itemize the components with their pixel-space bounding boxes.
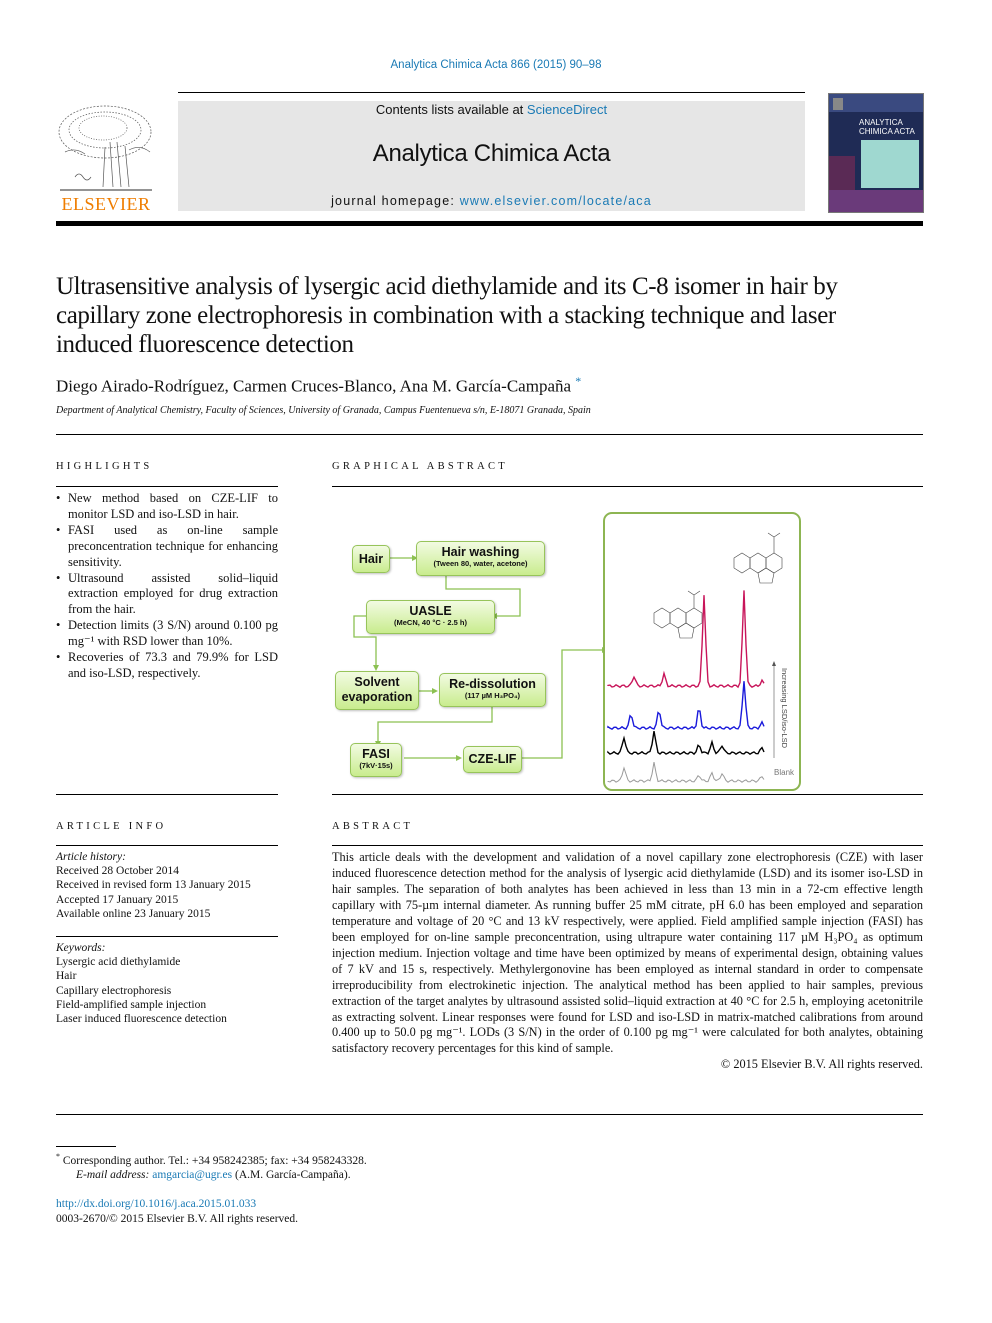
keyword-item: Hair (56, 970, 77, 983)
redissolution-sub: (117 µM H₃PO₄) (464, 691, 521, 700)
issn-copyright: 0003-2670/© 2015 Elsevier B.V. All right… (56, 1212, 299, 1225)
doi-block: http://dx.doi.org/10.1016/j.aca.2015.01.… (56, 1197, 298, 1226)
solvent-label-1: Solvent (354, 675, 400, 689)
cover-title-line2: CHIMICA ACTA (859, 127, 915, 136)
cover-title: ANALYTICA CHIMICA ACTA (859, 118, 915, 136)
contents-line: Contents lists available at ScienceDirec… (178, 102, 805, 117)
washing-sub: (Tween 80, water, acetone) (433, 559, 528, 568)
arrow-redissolution-fasi (377, 706, 493, 741)
highlight-item: New method based on CZE-LIF to monitor L… (56, 491, 278, 523)
uasle-sub: (MeCN, 40 °C · 2.5 h) (393, 618, 467, 627)
history-accepted: Accepted 17 January 2015 (56, 893, 179, 906)
increasing-arrow-head (772, 661, 776, 666)
flow-step-uasle: UASLE (MeCN, 40 °C · 2.5 h) (366, 600, 495, 634)
front-matter-bottom-rule (56, 1114, 923, 1115)
homepage-prefix: journal homepage: (331, 194, 460, 208)
footnote-mark: * (56, 1152, 60, 1161)
journal-homepage: journal homepage: www.elsevier.com/locat… (178, 194, 805, 208)
flow-step-hair: Hair (352, 545, 390, 573)
journal-citation[interactable]: Analytica Chimica Acta 866 (2015) 90–98 (0, 59, 992, 71)
flow-step-solvent-evaporation: Solvent evaporation (335, 671, 419, 710)
highlight-item: Recoveries of 73.3 and 79.9% for LSD and… (56, 650, 278, 682)
blank-label: Blank (774, 768, 795, 777)
graphical-abstract-rule (332, 486, 923, 487)
cover-title-line1: ANALYTICA (859, 118, 903, 127)
article-history: Article history: Received 28 October 201… (56, 850, 278, 921)
affiliation: Department of Analytical Chemistry, Facu… (56, 405, 591, 416)
tree-icon (55, 102, 157, 194)
solvent-label-2: evaporation (341, 690, 413, 704)
title-rule (56, 434, 923, 435)
corresponding-author-note: * Corresponding author. Tel.: +34 958242… (56, 1150, 367, 1168)
authors: Diego Airado-Rodríguez, Carmen Cruces-Bl… (56, 376, 572, 396)
washing-label: Hair washing (441, 545, 520, 559)
abstract-heading: ABSTRACT (332, 821, 414, 832)
corresponding-text: Corresponding author. Tel.: +34 95824238… (62, 1154, 367, 1167)
abstract-rule (332, 845, 923, 846)
keyword-item: Capillary electrophoresis (56, 984, 172, 997)
fasi-sub: (7kV·15s) (359, 761, 393, 770)
article-info-heading: ARTICLE INFO (56, 821, 167, 832)
cze-lif-label: CZE-LIF (468, 752, 517, 766)
abstract-body: This article deals with the development … (332, 850, 923, 1073)
highlights-bottom-rule (56, 794, 278, 795)
email-link[interactable]: amgarcia@ugr.es (152, 1169, 232, 1181)
keywords: Keywords: Lysergic acid diethylamide Hai… (56, 941, 278, 1026)
keyword-item: Lysergic acid diethylamide (56, 956, 181, 969)
hair-label: Hair (358, 552, 384, 566)
uasle-label: UASLE (409, 604, 452, 618)
homepage-link[interactable]: www.elsevier.com/locate/aca (460, 194, 652, 208)
lsd-structure-icon (653, 590, 703, 639)
email-suffix: (A.M. García-Campaña). (232, 1169, 351, 1182)
trace-medium-lsd (607, 681, 765, 731)
keywords-label: Keywords: (56, 942, 106, 954)
elsevier-logo-text: ELSEVIER (61, 194, 151, 214)
history-label: Article history: (56, 851, 126, 863)
history-revised: Received in revised form 13 January 2015 (56, 879, 251, 892)
abstract-copyright: © 2015 Elsevier B.V. All rights reserved… (720, 1057, 923, 1072)
fasi-label: FASI (362, 747, 390, 761)
flow-step-hair-washing: Hair washing (Tween 80, water, acetone) (416, 541, 545, 576)
highlight-item: Detection limits (3 S/N) around 0.100 pg… (56, 618, 278, 650)
header-rule (178, 92, 805, 93)
graphical-abstract-bottom-rule (332, 794, 923, 795)
article-info-rule (56, 845, 278, 846)
doi-link[interactable]: http://dx.doi.org/10.1016/j.aca.2015.01.… (56, 1197, 298, 1212)
abstract-text: This article deals with the development … (332, 850, 923, 1056)
email-label: E-mail address: (76, 1169, 153, 1182)
header-thick-rule (56, 221, 923, 226)
highlight-item: FASI used as on-line sample preconcentra… (56, 523, 278, 571)
contents-prefix: Contents lists available at (375, 102, 527, 117)
journal-title: Analytica Chimica Acta (372, 140, 611, 167)
flow-step-cze-lif: CZE-LIF (463, 746, 522, 773)
author-list: Diego Airado-Rodríguez, Carmen Cruces-Bl… (56, 374, 581, 397)
iso-lsd-structure-icon (733, 532, 783, 584)
graphical-abstract-heading: GRAPHICAL ABSTRACT (332, 461, 508, 472)
footnote: * Corresponding author. Tel.: +34 958242… (56, 1150, 367, 1183)
highlights-heading: HIGHLIGHTS (56, 461, 153, 472)
history-received: Received 28 October 2014 (56, 865, 179, 878)
history-online: Available online 23 January 2015 (56, 907, 211, 920)
highlights-list: New method based on CZE-LIF to monitor L… (56, 491, 278, 682)
corresponding-author-mark[interactable]: * (575, 374, 581, 388)
electropherogram: Increasing LSD/iso-LSD Blank (607, 532, 795, 783)
redissolution-label: Re-dissolution (449, 677, 536, 691)
highlight-item: Ultrasound assisted solid–liquid extract… (56, 571, 278, 619)
email-line: E-mail address: amgarcia@ugr.es (A.M. Ga… (56, 1168, 367, 1183)
graphical-abstract-figure: Hair Hair washing (Tween 80, water, acet… (332, 505, 802, 795)
footnote-rule (56, 1146, 116, 1147)
keyword-item: Laser induced fluorescence detection (56, 1013, 227, 1026)
highlights-rule (56, 486, 278, 487)
trace-blank (607, 762, 765, 783)
keywords-rule (56, 936, 278, 937)
flow-step-fasi: FASI (7kV·15s) (350, 743, 402, 777)
trace-high-lsd (607, 590, 765, 689)
journal-cover-thumbnail[interactable]: ANALYTICA CHIMICA ACTA (828, 93, 924, 213)
keyword-item: Field-amplified sample injection (56, 998, 207, 1011)
sciencedirect-link[interactable]: ScienceDirect (527, 102, 607, 117)
article-title: Ultrasensitive analysis of lysergic acid… (56, 273, 838, 358)
increasing-lsd-label: Increasing LSD/iso-LSD (780, 668, 789, 749)
flow-step-redissolution: Re-dissolution (117 µM H₃PO₄) (439, 673, 546, 707)
trace-low-lsd (607, 730, 765, 756)
